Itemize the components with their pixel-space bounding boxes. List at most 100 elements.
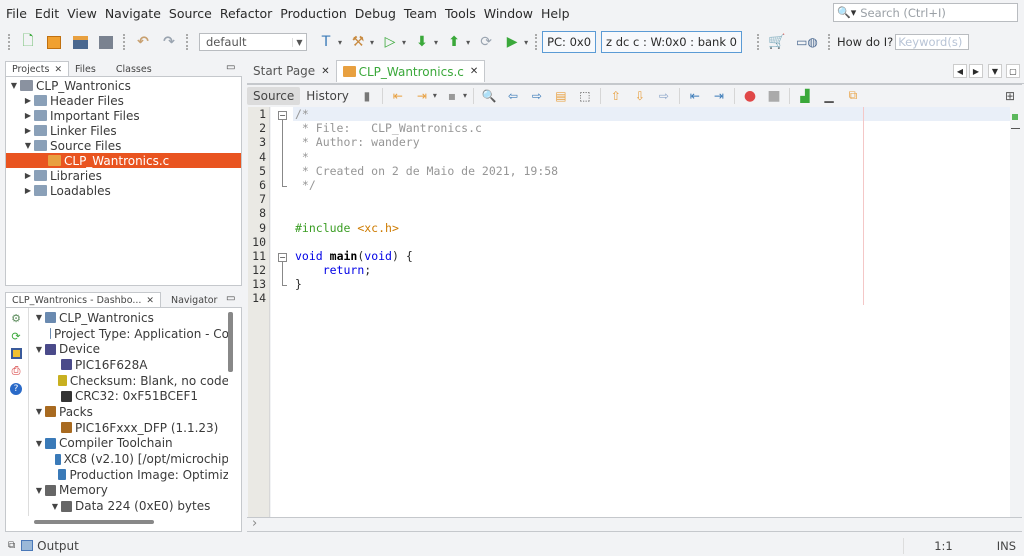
maximize-window-button[interactable]: ▢ <box>1006 64 1020 78</box>
close-icon[interactable]: ✕ <box>470 66 478 77</box>
tree-item[interactable]: ▶ Loadables <box>6 183 241 198</box>
code-line[interactable]: * File: CLP_Wantronics.c <box>293 121 1010 135</box>
run-button[interactable]: ▷ <box>379 31 401 53</box>
dashboard-tree-item[interactable]: ▼ CLP_Wantronics <box>29 310 228 326</box>
code-editor[interactable]: /* * File: CLP_Wantronics.c * Author: wa… <box>293 107 1010 517</box>
collapsed-icon[interactable]: ▶ <box>22 96 34 105</box>
undo-button[interactable]: ↶ <box>132 31 154 53</box>
refresh-icon[interactable]: ⟳ <box>11 330 20 343</box>
history-icon[interactable]: ▪ <box>444 88 460 104</box>
chip-icon[interactable] <box>10 348 22 359</box>
dashboard-tree-item[interactable]: PIC16F628A <box>29 357 228 373</box>
start-comment-icon[interactable]: ▟ <box>797 88 813 104</box>
tab-classes[interactable]: Classes <box>110 61 158 77</box>
expanded-icon[interactable]: ▼ <box>33 313 45 322</box>
menu-edit[interactable]: Edit <box>35 6 59 21</box>
show-opened-documents-button[interactable]: ▼ <box>988 64 1002 78</box>
code-line[interactable]: void main(void) { <box>293 249 1010 263</box>
properties-icon[interactable]: ⚙ <box>11 312 21 325</box>
code-line[interactable]: * <box>293 150 1010 164</box>
keyword-input[interactable]: Keyword(s) <box>895 34 970 50</box>
debug-dropdown[interactable]: ▾ <box>524 38 528 47</box>
minimize-panel-button[interactable]: ▭ <box>226 293 235 304</box>
dashboard-tree-item[interactable]: Project Type: Application - Co <box>29 326 228 342</box>
read-dropdown[interactable]: ▾ <box>466 38 470 47</box>
save-all-button[interactable] <box>95 31 117 53</box>
uncomment-icon[interactable]: ▁ <box>821 88 837 104</box>
toolbar-grip[interactable] <box>535 34 538 50</box>
expanded-icon[interactable]: ▼ <box>33 486 45 495</box>
tree-item[interactable]: ▶ Header Files <box>6 93 241 108</box>
find-next-icon[interactable]: ⇨ <box>529 88 545 104</box>
help-icon[interactable]: ? <box>10 383 22 395</box>
expanded-icon[interactable]: ▼ <box>8 81 20 90</box>
shift-left-icon[interactable]: ⇤ <box>687 88 703 104</box>
scroll-tabs-right-button[interactable]: ▶ <box>969 64 983 78</box>
scroll-tabs-left-button[interactable]: ◀ <box>953 64 967 78</box>
tree-item[interactable]: ▶ Libraries <box>6 168 241 183</box>
menu-tools[interactable]: Tools <box>445 6 476 21</box>
expanded-icon[interactable]: ▼ <box>33 345 45 354</box>
tree-item[interactable]: ▼ Source Files <box>6 138 241 153</box>
toolbar-grip[interactable] <box>186 34 189 50</box>
diff-icon[interactable]: ⧉ <box>845 88 861 104</box>
vertical-scrollbar[interactable] <box>228 312 233 372</box>
code-line[interactable] <box>293 291 1010 305</box>
expanded-icon[interactable]: ▼ <box>22 141 34 150</box>
code-line[interactable] <box>293 235 1010 249</box>
tab-history[interactable]: History <box>300 87 355 105</box>
reset-button[interactable]: ⟳ <box>475 31 497 53</box>
tree-item[interactable]: ▼ CLP_Wantronics <box>6 78 241 93</box>
tree-item[interactable]: CLP_Wantronics.c <box>6 153 241 168</box>
tab-navigator[interactable]: Navigator <box>165 292 223 308</box>
menu-debug[interactable]: Debug <box>355 6 396 21</box>
open-project-button[interactable] <box>69 31 91 53</box>
minimize-panel-button[interactable]: ▭ <box>226 62 235 73</box>
configuration-select[interactable]: default ▼ <box>199 33 307 51</box>
menu-window[interactable]: Window <box>484 6 533 21</box>
dashboard-tree-item[interactable]: ▼ Memory <box>29 483 228 499</box>
editor-tab[interactable]: Start Page ✕ <box>247 60 336 82</box>
collapsed-icon[interactable]: ▶ <box>22 111 34 120</box>
program-dropdown[interactable]: ▾ <box>434 38 438 47</box>
record-macro-icon[interactable]: ● <box>742 88 758 104</box>
output-window-button[interactable]: Output <box>37 539 79 553</box>
program-device-button[interactable]: ⬇ <box>411 31 433 53</box>
code-line[interactable]: * Author: wandery <box>293 135 1010 149</box>
dashboard-tree-item[interactable]: CRC32: 0xF51BCEF1 <box>29 388 228 404</box>
split-window-icon[interactable]: ⊞ <box>1002 88 1018 104</box>
search-box[interactable]: 🔍▾ Search (Ctrl+I) <box>833 3 1018 22</box>
tab-projects[interactable]: Projects ✕ <box>5 61 69 77</box>
code-line[interactable]: #include <xc.h> <box>293 221 1010 235</box>
dashboard-tree-item[interactable]: PIC16Fxxx_DFP (1.1.23) <box>29 420 228 436</box>
code-line[interactable]: * Created on 2 de Maio de 2021, 19:58 <box>293 164 1010 178</box>
select-icon[interactable]: ⬚ <box>577 88 593 104</box>
code-line[interactable]: return; <box>293 263 1010 277</box>
toolbar-grip[interactable] <box>8 34 11 50</box>
fold-collapse-icon[interactable]: − <box>278 111 287 120</box>
toolbar-grip[interactable] <box>827 34 831 50</box>
build-dropdown[interactable]: ▾ <box>338 38 342 47</box>
close-icon[interactable]: ✕ <box>54 65 62 75</box>
history-dropdown[interactable]: ▾ <box>463 91 467 100</box>
new-file-button[interactable]: 🗋 <box>17 31 39 53</box>
clean-build-button[interactable]: ⚒ <box>347 31 369 53</box>
find-previous-icon[interactable]: ⇦ <box>505 88 521 104</box>
menu-refactor[interactable]: Refactor <box>220 6 272 21</box>
tree-item[interactable]: ▶ Linker Files <box>6 123 241 138</box>
tab-source[interactable]: Source <box>247 86 301 105</box>
close-icon[interactable]: ✕ <box>321 66 329 77</box>
web-button[interactable]: ▭◍ <box>792 31 822 53</box>
collapsed-icon[interactable]: ▶ <box>22 186 34 195</box>
last-edit-icon[interactable]: ▮ <box>359 88 375 104</box>
dashboard-tree-item[interactable]: ▼ Device <box>29 341 228 357</box>
code-line[interactable] <box>293 206 1010 220</box>
stop-macro-icon[interactable]: ■ <box>766 88 782 104</box>
shift-right-icon[interactable]: ⇥ <box>711 88 727 104</box>
toggle-bookmark-icon[interactable]: ⇨ <box>656 88 672 104</box>
expanded-icon[interactable]: ▼ <box>33 439 45 448</box>
menu-team[interactable]: Team <box>404 6 437 21</box>
forward-dropdown[interactable]: ▾ <box>433 91 437 100</box>
menu-view[interactable]: View <box>67 6 97 21</box>
new-project-button[interactable] <box>43 31 65 53</box>
